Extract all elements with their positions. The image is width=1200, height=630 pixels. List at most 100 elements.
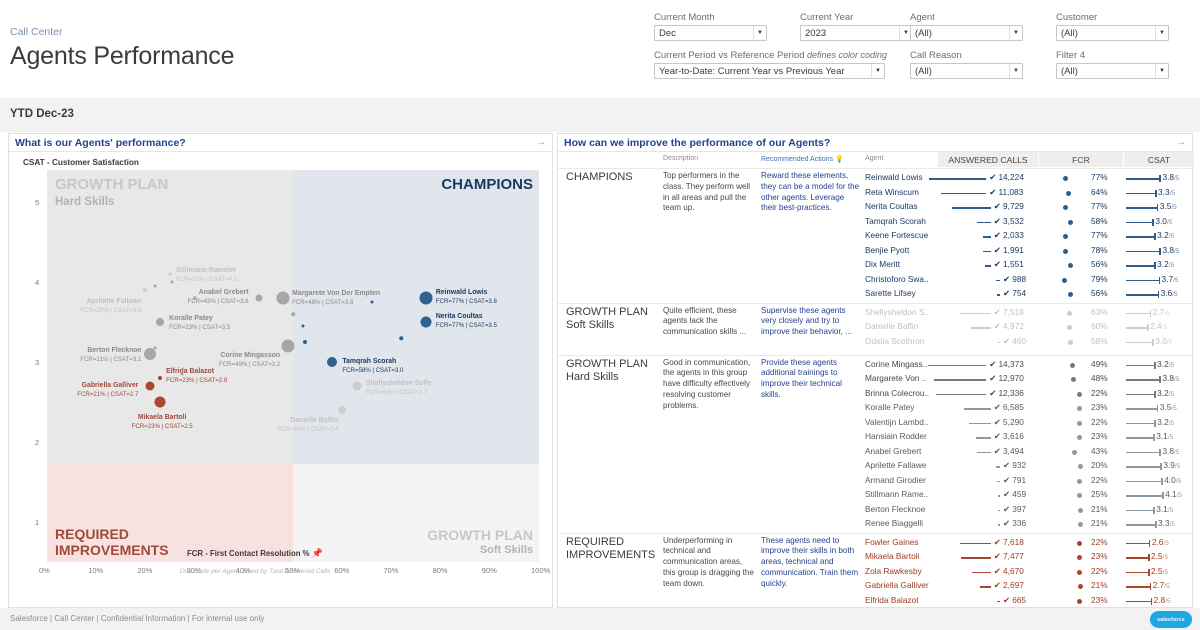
- table-row[interactable]: Koralle Patey✔ 6,58523%3.5/5: [558, 401, 1194, 416]
- table-row[interactable]: Armand Girodier✔ 79122%4.0/5: [558, 474, 1194, 489]
- fcr-dot: [1070, 363, 1075, 368]
- scatter-point[interactable]: [255, 295, 262, 302]
- table-row[interactable]: Reinwald Lowis✔ 14,22477%3.8/5: [558, 171, 1194, 186]
- agent-name: Anabel Grebert: [865, 446, 937, 456]
- chevron-down-icon[interactable]: ▼: [1009, 26, 1022, 40]
- filter-value: Year-to-Date: Current Year vs Previous Y…: [659, 66, 845, 77]
- answered-calls-value: ✔ 397: [1003, 504, 1026, 514]
- table-row[interactable]: Stillmann Rame..✔ 45925%4.1/5: [558, 488, 1194, 503]
- table-row[interactable]: Fowler Gaines✔ 7,61822%2.6/5: [558, 536, 1194, 551]
- scatter-point-label: Gabriella GalliverFCR=21% | CSAT=2.7: [77, 382, 138, 398]
- scatter-point[interactable]: [193, 296, 197, 300]
- scatter-point[interactable]: [181, 373, 184, 376]
- column-header-fcr[interactable]: FCR: [1039, 152, 1123, 167]
- filter-select[interactable]: 2023▼: [800, 25, 913, 41]
- chevron-down-icon[interactable]: ▼: [753, 26, 766, 40]
- table-row[interactable]: Berton Flecknoe✔ 39721%3.1/5: [558, 503, 1194, 518]
- breadcrumb[interactable]: Call Center: [10, 26, 63, 38]
- table-row[interactable]: Elfrida Balazot✔ 66523%2.8/5: [558, 594, 1194, 609]
- table-row[interactable]: Odelia Scothron✔ 46058%3.0/5: [558, 335, 1194, 350]
- table-row[interactable]: Keene Fortescue✔ 2,03377%3.2/5: [558, 229, 1194, 244]
- chevron-down-icon[interactable]: ▼: [871, 64, 884, 78]
- scatter-point[interactable]: [291, 312, 295, 316]
- column-header-answered-calls[interactable]: ANSWERED CALLS: [938, 152, 1038, 167]
- scatter-point[interactable]: [144, 348, 156, 360]
- table-header-row: Description Recommended Actions 💡 Agent …: [558, 152, 1194, 167]
- table-row[interactable]: Anabel Grebert✔ 3,49443%3.8/5: [558, 445, 1194, 460]
- scatter-point[interactable]: [338, 406, 346, 414]
- scatter-point[interactable]: [158, 376, 162, 380]
- column-header-csat[interactable]: CSAT: [1124, 152, 1194, 167]
- table-row[interactable]: Corine Mingass..✔ 14,37349%3.2/5: [558, 358, 1194, 373]
- table-row[interactable]: Zola Rawkesby✔ 4,67022%2.5/5: [558, 565, 1194, 580]
- filter-select[interactable]: (All)▼: [1056, 63, 1169, 79]
- scatter-point[interactable]: [143, 288, 147, 292]
- scatter-point[interactable]: [169, 273, 172, 276]
- right-panel-expand-icon[interactable]: →: [1176, 137, 1186, 148]
- scatter-point[interactable]: [156, 318, 164, 326]
- scatter-point[interactable]: [420, 317, 431, 328]
- csat-bar: [1126, 543, 1149, 545]
- table-row[interactable]: Hansiain Rodder✔ 3,61623%3.1/5: [558, 430, 1194, 445]
- filter-select[interactable]: (All)▼: [910, 25, 1023, 41]
- table-row[interactable]: Benjie Pyott✔ 1,99178%3.8/5: [558, 244, 1194, 259]
- table-row[interactable]: Renee Biaggelli✔ 33621%3.3/5: [558, 517, 1194, 532]
- table-row[interactable]: Danielle Baffin✔ 4,97260%2.4/5: [558, 320, 1194, 335]
- scatter-point[interactable]: [154, 346, 157, 349]
- scatter-point[interactable]: [352, 382, 361, 391]
- table-row[interactable]: Gabriella Galliver✔ 2,69721%2.7/5: [558, 579, 1194, 594]
- scatter-point[interactable]: [154, 285, 157, 288]
- filter-select[interactable]: (All)▼: [910, 63, 1023, 79]
- filter-filter-4: Filter 4(All)▼: [1056, 50, 1169, 79]
- table-row[interactable]: Brinna Colecrou..✔ 12,33622%3.2/5: [558, 387, 1194, 402]
- table-row[interactable]: Sarette Lifsey✔ 75456%3.6/5: [558, 287, 1194, 302]
- csat-bar-cap: [1152, 339, 1154, 346]
- scatter-point[interactable]: [282, 340, 295, 353]
- agent-name: Odelia Scothron: [865, 336, 937, 346]
- csat-bar-cap: [1154, 262, 1156, 269]
- csat-bar-cap: [1150, 310, 1152, 317]
- left-panel-expand-icon[interactable]: →: [536, 137, 546, 148]
- scatter-point[interactable]: [303, 340, 307, 344]
- table-row[interactable]: Margarete Von ..✔ 12,97048%3.8/5: [558, 372, 1194, 387]
- fcr-value: 23%: [1091, 402, 1108, 412]
- answered-calls-bar: [998, 524, 1000, 526]
- table-row[interactable]: Nerita Coultas✔ 9,72977%3.5/5: [558, 200, 1194, 215]
- scatter-point[interactable]: [327, 357, 337, 367]
- y-axis-tick: 1: [35, 518, 39, 527]
- scatter-plot[interactable]: GROWTH PLAN Hard Skills CHAMPIONS REQUIR…: [47, 170, 539, 562]
- scatter-point[interactable]: [370, 301, 373, 304]
- scatter-point-label: Reinwald LowisFCR=77% | CSAT=3.8: [436, 289, 497, 305]
- scatter-point[interactable]: [146, 382, 155, 391]
- scatter-point[interactable]: [301, 325, 304, 328]
- scatter-point[interactable]: [155, 397, 166, 408]
- table-row[interactable]: Christoforo Swa..✔ 98879%3.7/5: [558, 273, 1194, 288]
- table-row[interactable]: Mikaela Bartoli✔ 7,47723%2.5/5: [558, 550, 1194, 565]
- answered-calls-value: ✔ 3,532: [994, 216, 1024, 226]
- table-row[interactable]: Tamqrah Scorah✔ 3,53258%3.0/5: [558, 215, 1194, 230]
- table-row[interactable]: Shellysheldon S..✔ 7,51863%2.7/5: [558, 306, 1194, 321]
- scatter-point[interactable]: [277, 292, 290, 305]
- filter-select[interactable]: Year-to-Date: Current Year vs Previous Y…: [654, 63, 885, 79]
- csat-bar-cap: [1154, 420, 1156, 427]
- table-row[interactable]: Reta Winscum✔ 11,08364%3.3/5: [558, 186, 1194, 201]
- filter-select[interactable]: (All)▼: [1056, 25, 1169, 41]
- table-row[interactable]: Dix Meritt✔ 1,55156%3.2/5: [558, 258, 1194, 273]
- x-axis-tick: 100%: [531, 566, 550, 575]
- chevron-down-icon[interactable]: ▼: [1155, 26, 1168, 40]
- chevron-down-icon[interactable]: ▼: [1009, 64, 1022, 78]
- scatter-point[interactable]: [171, 281, 174, 284]
- answered-calls-value: ✔ 665: [1003, 595, 1026, 605]
- answered-calls-value: ✔ 1,551: [994, 259, 1024, 269]
- table-row[interactable]: Aprilette Fallawe✔ 93220%3.9/5: [558, 459, 1194, 474]
- csat-bar-cap: [1153, 434, 1155, 441]
- scatter-point[interactable]: [399, 336, 403, 340]
- scatter-point[interactable]: [419, 292, 432, 305]
- chevron-down-icon[interactable]: ▼: [1155, 64, 1168, 78]
- agent-name: Stillmann Rame..: [865, 489, 937, 499]
- table-row[interactable]: Valentijn Lambd..✔ 5,29022%3.2/5: [558, 416, 1194, 431]
- quadrant-label-champions: CHAMPIONS: [441, 176, 533, 195]
- fcr-value: 48%: [1091, 373, 1108, 383]
- answered-calls-bar: [934, 379, 986, 381]
- filter-select[interactable]: Dec▼: [654, 25, 767, 41]
